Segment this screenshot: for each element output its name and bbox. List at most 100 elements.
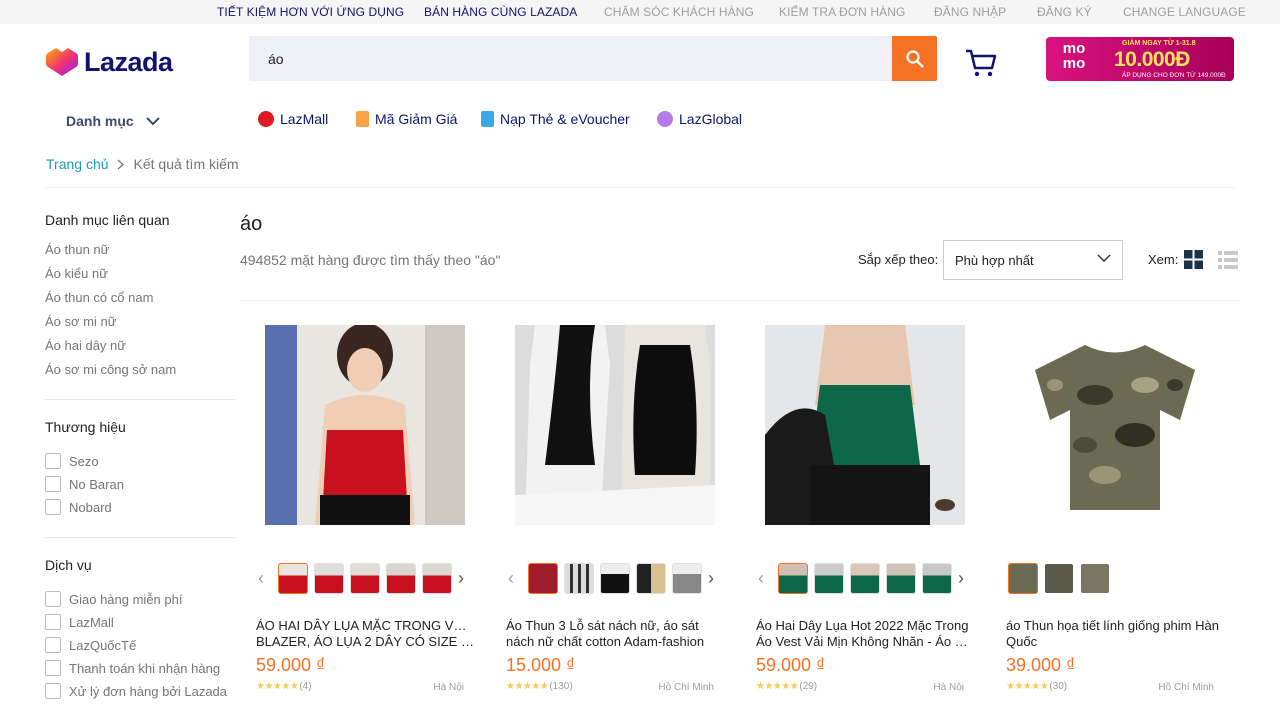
breadcrumb-home[interactable]: Trang chủ [46, 156, 109, 172]
search-input[interactable] [249, 36, 892, 81]
checkbox[interactable] [45, 453, 61, 469]
chevron-left-icon[interactable]: ‹ [758, 569, 764, 587]
variant-thumbnail[interactable] [850, 563, 880, 594]
chevron-left-icon[interactable]: ‹ [258, 569, 264, 587]
lazada-logo[interactable]: Lazada [46, 47, 173, 78]
variant-thumbnail[interactable] [564, 563, 594, 594]
chevron-left-icon[interactable]: ‹ [508, 569, 514, 587]
cart-button[interactable] [964, 47, 998, 84]
variant-thumbnail[interactable] [778, 563, 808, 594]
product-title[interactable]: Áo Hai Dây Lụa Hot 2022 Mặc Trong Áo Ves… [756, 618, 974, 650]
product-title[interactable]: áo Thun họa tiết lính giống phim Hàn Quố… [1006, 618, 1224, 650]
sort-value: Phù hợp nhất [955, 252, 1034, 268]
checkbox[interactable] [45, 683, 61, 699]
product-title-line: Quốc [1006, 634, 1038, 649]
service-label: Xử lý đơn hàng bởi Lazada [69, 683, 228, 699]
variant-thumbnail[interactable] [922, 563, 952, 594]
nav-topup[interactable]: Nạp Thẻ & eVoucher [481, 111, 630, 127]
brand-filter-nobard[interactable]: Nobard [45, 499, 112, 515]
related-category-link[interactable]: Áo kiểu nữ [45, 266, 108, 281]
variant-thumbnails: ‹ › [740, 563, 980, 595]
variant-thumbnail[interactable] [278, 563, 308, 594]
change-language-link[interactable]: CHANGE LANGUAGE [1123, 5, 1246, 19]
list-view-icon[interactable] [1218, 251, 1238, 269]
product-title[interactable]: ÁO HAI DÂY LỤA MẶC TRONG VEST BLAZER, ÁO… [256, 618, 474, 650]
app-link[interactable]: TIẾT KIỆM HƠN VỚI ỨNG DỤNG [217, 5, 404, 19]
related-category-link[interactable]: Áo sơ mi nữ [45, 314, 116, 329]
variant-thumbnail[interactable] [672, 563, 702, 594]
product-card[interactable]: ‹ › ÁO HAI DÂY LỤA MẶC TRONG VEST BLAZER… [240, 313, 480, 720]
search-icon [905, 49, 924, 68]
product-image[interactable] [265, 325, 465, 525]
product-price: 39.000 ₫ [1006, 655, 1076, 675]
search-button[interactable] [892, 36, 937, 81]
phone-topup-icon [481, 111, 494, 127]
brand-filter-sezo[interactable]: Sezo [45, 453, 99, 469]
checkbox[interactable] [45, 499, 61, 515]
lazmall-icon [258, 111, 274, 127]
nav-vouchers[interactable]: Mã Giảm Giá [356, 111, 457, 127]
variant-thumbnail[interactable] [1080, 563, 1110, 594]
variant-thumbnail[interactable] [600, 563, 630, 594]
chevron-down-icon [145, 116, 160, 125]
momo-promo-banner[interactable]: mo mo GIẢM NGAY TỪ 1-31.8 10.000Đ ÁP DỤN… [1046, 37, 1234, 81]
variant-thumbnail[interactable] [422, 563, 452, 594]
checkbox[interactable] [45, 591, 61, 607]
variant-thumbnail[interactable] [1008, 563, 1038, 594]
variant-thumbnail[interactable] [636, 563, 666, 594]
nav-lazmall[interactable]: LazMall [258, 111, 328, 127]
product-image[interactable] [1015, 325, 1215, 525]
brand-filter-no-baran[interactable]: No Baran [45, 476, 124, 492]
review-count: (29) [799, 681, 818, 692]
login-link[interactable]: ĐĂNG NHẬP [934, 5, 1006, 19]
nav-lazglobal[interactable]: LazGlobal [657, 111, 742, 127]
variant-thumbnail[interactable] [814, 563, 844, 594]
related-category-link[interactable]: Áo thun nữ [45, 242, 109, 257]
chevron-right-icon [117, 159, 124, 169]
track-order-link[interactable]: KIỂM TRA ĐƠN HÀNG [779, 5, 905, 19]
related-category-link[interactable]: Áo thun có cổ nam [45, 290, 153, 305]
sort-dropdown[interactable]: Phù hợp nhất [943, 240, 1123, 280]
service-filter-lazquocte[interactable]: LazQuốcTế [45, 637, 136, 653]
brand-label: No Baran [69, 476, 124, 492]
signup-link[interactable]: ĐĂNG KÝ [1037, 5, 1092, 19]
checkbox[interactable] [45, 660, 61, 676]
sell-link[interactable]: BÁN HÀNG CÙNG LAZADA [424, 5, 577, 19]
related-categories-title: Danh mục liên quan [45, 212, 170, 228]
product-image[interactable] [765, 325, 965, 525]
related-category-link[interactable]: Áo hai dây nữ [45, 338, 126, 353]
promo-amount: 10.000Đ [1114, 48, 1190, 71]
category-menu[interactable]: Danh mục [66, 113, 160, 129]
review-count: (4) [299, 681, 312, 692]
product-card[interactable]: ‹ › Áo Hai Dây Lụa Hot 2022 Mặc Trong Áo… [740, 313, 980, 720]
product-card[interactable]: ‹ › Áo Thun 3 Lỗ sát nách nữ, áo sát nác… [490, 313, 730, 720]
variant-thumbnail[interactable] [1044, 563, 1074, 594]
checkbox[interactable] [45, 614, 61, 630]
nav-topup-label: Nạp Thẻ & eVoucher [500, 111, 630, 127]
variant-thumbnail[interactable] [386, 563, 416, 594]
star-rating-icon: ★★★★★ [506, 681, 549, 692]
star-rating-icon: ★★★★★ [756, 681, 799, 692]
chevron-right-icon[interactable]: › [458, 569, 464, 587]
chevron-right-icon[interactable]: › [958, 569, 964, 587]
product-title[interactable]: Áo Thun 3 Lỗ sát nách nữ, áo sát nách nữ… [506, 618, 724, 650]
chevron-right-icon[interactable]: › [708, 569, 714, 587]
checkbox[interactable] [45, 476, 61, 492]
voucher-icon [356, 111, 369, 127]
variant-thumbnail[interactable] [350, 563, 380, 594]
grid-view-icon[interactable] [1184, 250, 1203, 269]
related-category-link[interactable]: Áo sơ mi công sở nam [45, 362, 176, 377]
variant-thumbnail[interactable] [886, 563, 916, 594]
product-card[interactable]: áo Thun họa tiết lính giống phim Hàn Quố… [990, 313, 1230, 720]
product-title-line: BLAZER, ÁO LỤA 2 DÂY CÓ SIZE MỚI... [256, 634, 474, 649]
product-price: 15.000 ₫ [506, 655, 576, 675]
checkbox[interactable] [45, 637, 61, 653]
customer-care-link[interactable]: CHĂM SÓC KHÁCH HÀNG [604, 5, 754, 19]
variant-thumbnail[interactable] [314, 563, 344, 594]
product-image[interactable] [515, 325, 715, 525]
service-filter-cod[interactable]: Thanh toán khi nhận hàng [45, 660, 220, 676]
service-filter-fulfilled-by-lazada[interactable]: Xử lý đơn hàng bởi Lazada [45, 683, 227, 699]
service-filter-lazmall[interactable]: LazMall [45, 614, 114, 630]
variant-thumbnail[interactable] [528, 563, 558, 594]
service-filter-free-shipping[interactable]: Giao hàng miễn phí [45, 591, 182, 607]
